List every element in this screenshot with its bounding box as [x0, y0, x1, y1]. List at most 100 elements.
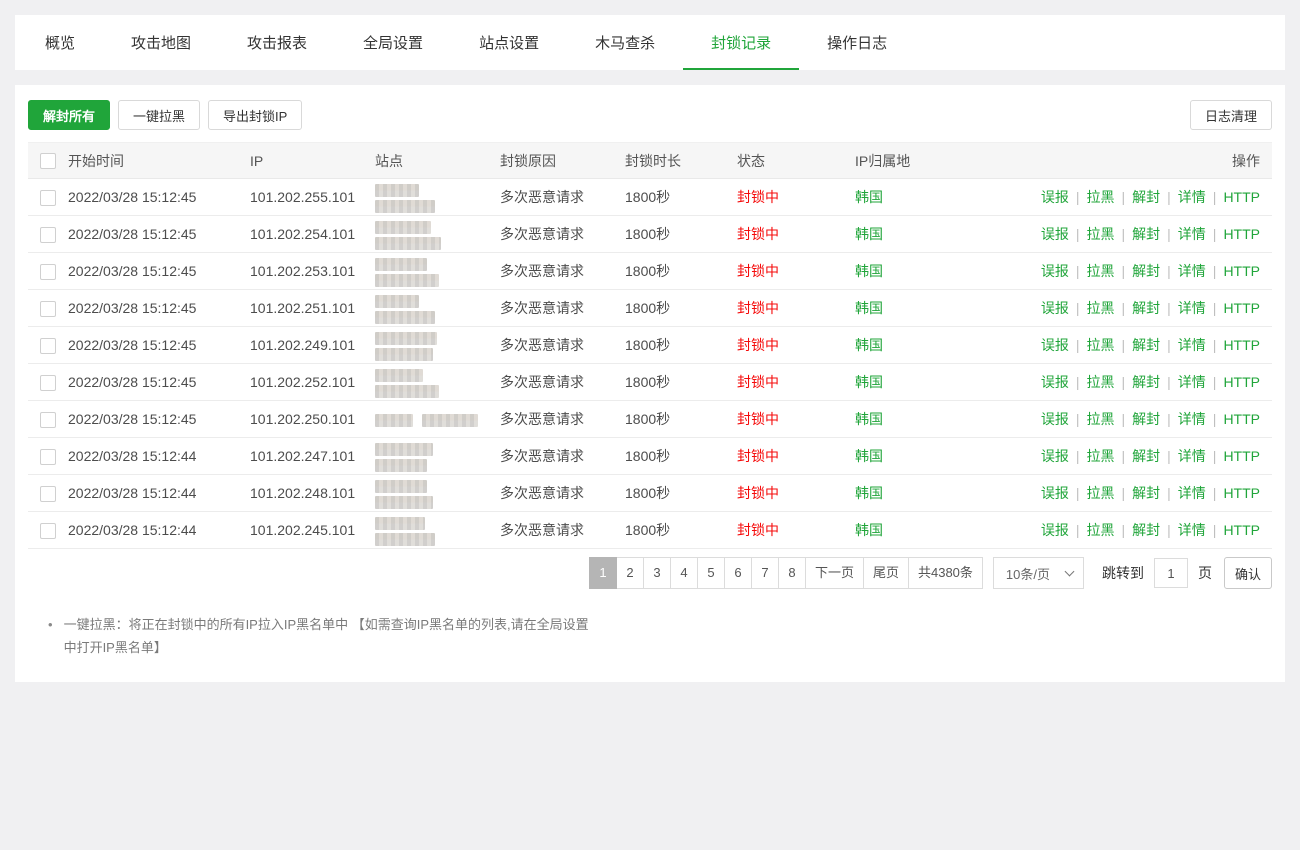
detail-link[interactable]: 详情 [1178, 263, 1206, 279]
unban-link[interactable]: 解封 [1132, 374, 1160, 390]
http-link[interactable]: HTTP [1223, 522, 1260, 538]
row-checkbox[interactable] [40, 338, 56, 354]
tab-operation-log[interactable]: 操作日志 [799, 15, 915, 70]
cell-ip: 101.202.245.101 [244, 512, 369, 549]
http-link[interactable]: HTTP [1223, 226, 1260, 242]
row-checkbox[interactable] [40, 449, 56, 465]
ip-location: 韩国 [849, 438, 1017, 475]
cell-start-time: 2022/03/28 15:12:45 [62, 290, 244, 327]
separator: | [1122, 300, 1126, 316]
blacklist-link[interactable]: 拉黑 [1087, 189, 1115, 205]
row-checkbox[interactable] [40, 523, 56, 539]
unban-link[interactable]: 解封 [1132, 263, 1160, 279]
detail-link[interactable]: 详情 [1178, 522, 1206, 538]
confirm-button[interactable]: 确认 [1224, 557, 1272, 589]
unban-all-button[interactable]: 解封所有 [28, 100, 110, 130]
last-page-button[interactable]: 尾页 [863, 557, 909, 589]
http-link[interactable]: HTTP [1223, 189, 1260, 205]
tab-block-records[interactable]: 封锁记录 [683, 15, 799, 70]
detail-link[interactable]: 详情 [1178, 337, 1206, 353]
unban-link[interactable]: 解封 [1132, 522, 1160, 538]
misreport-link[interactable]: 误报 [1041, 485, 1069, 501]
misreport-link[interactable]: 误报 [1041, 522, 1069, 538]
blacklist-link[interactable]: 拉黑 [1087, 337, 1115, 353]
detail-link[interactable]: 详情 [1178, 485, 1206, 501]
row-checkbox[interactable] [40, 375, 56, 391]
blacklist-link[interactable]: 拉黑 [1087, 522, 1115, 538]
http-link[interactable]: HTTP [1223, 411, 1260, 427]
separator: | [1076, 189, 1080, 205]
row-checkbox[interactable] [40, 264, 56, 280]
site-redacted [375, 200, 435, 213]
unban-link[interactable]: 解封 [1132, 337, 1160, 353]
http-link[interactable]: HTTP [1223, 374, 1260, 390]
misreport-link[interactable]: 误报 [1041, 448, 1069, 464]
http-link[interactable]: HTTP [1223, 485, 1260, 501]
page-3[interactable]: 3 [643, 557, 671, 589]
page-1[interactable]: 1 [589, 557, 617, 589]
misreport-link[interactable]: 误报 [1041, 374, 1069, 390]
tab-global-settings[interactable]: 全局设置 [335, 15, 451, 70]
row-checkbox[interactable] [40, 412, 56, 428]
page-2[interactable]: 2 [616, 557, 644, 589]
site-redacted [375, 274, 439, 287]
unban-link[interactable]: 解封 [1132, 411, 1160, 427]
site-redacted [375, 184, 419, 197]
export-blocked-ip-button[interactable]: 导出封锁IP [208, 100, 302, 130]
row-checkbox[interactable] [40, 301, 56, 317]
tab-trojan-scan[interactable]: 木马查杀 [567, 15, 683, 70]
separator: | [1167, 226, 1171, 242]
page-7[interactable]: 7 [751, 557, 779, 589]
page-8[interactable]: 8 [778, 557, 806, 589]
detail-link[interactable]: 详情 [1178, 226, 1206, 242]
blacklist-link[interactable]: 拉黑 [1087, 374, 1115, 390]
misreport-link[interactable]: 误报 [1041, 189, 1069, 205]
next-page-button[interactable]: 下一页 [805, 557, 864, 589]
detail-link[interactable]: 详情 [1178, 374, 1206, 390]
blacklist-link[interactable]: 拉黑 [1087, 226, 1115, 242]
blacklist-link[interactable]: 拉黑 [1087, 411, 1115, 427]
detail-link[interactable]: 详情 [1178, 189, 1206, 205]
detail-link[interactable]: 详情 [1178, 300, 1206, 316]
detail-link[interactable]: 详情 [1178, 411, 1206, 427]
jump-input[interactable] [1154, 558, 1188, 588]
row-checkbox[interactable] [40, 190, 56, 206]
cell-ip: 101.202.253.101 [244, 253, 369, 290]
page-5[interactable]: 5 [697, 557, 725, 589]
misreport-link[interactable]: 误报 [1041, 263, 1069, 279]
page-size-select[interactable]: 10条/页 [993, 557, 1084, 589]
unban-link[interactable]: 解封 [1132, 226, 1160, 242]
blacklist-link[interactable]: 拉黑 [1087, 263, 1115, 279]
unban-link[interactable]: 解封 [1132, 448, 1160, 464]
separator: | [1213, 485, 1217, 501]
unban-link[interactable]: 解封 [1132, 485, 1160, 501]
tab-overview[interactable]: 概览 [17, 15, 103, 70]
unban-link[interactable]: 解封 [1132, 189, 1160, 205]
blacklist-link[interactable]: 拉黑 [1087, 300, 1115, 316]
tab-attack-map[interactable]: 攻击地图 [103, 15, 219, 70]
misreport-link[interactable]: 误报 [1041, 300, 1069, 316]
row-checkbox[interactable] [40, 486, 56, 502]
row-checkbox[interactable] [40, 227, 56, 243]
misreport-link[interactable]: 误报 [1041, 226, 1069, 242]
http-link[interactable]: HTTP [1223, 337, 1260, 353]
tab-site-settings[interactable]: 站点设置 [451, 15, 567, 70]
table-row: 2022/03/28 15:12:44101.202.248.101多次恶意请求… [28, 475, 1272, 512]
blacklist-all-button[interactable]: 一键拉黑 [118, 100, 200, 130]
log-clean-button[interactable]: 日志清理 [1190, 100, 1272, 130]
select-all-checkbox[interactable] [40, 153, 56, 169]
misreport-link[interactable]: 误报 [1041, 337, 1069, 353]
page-6[interactable]: 6 [724, 557, 752, 589]
http-link[interactable]: HTTP [1223, 448, 1260, 464]
separator: | [1122, 522, 1126, 538]
http-link[interactable]: HTTP [1223, 263, 1260, 279]
misreport-link[interactable]: 误报 [1041, 411, 1069, 427]
tab-attack-report[interactable]: 攻击报表 [219, 15, 335, 70]
blacklist-link[interactable]: 拉黑 [1087, 448, 1115, 464]
http-link[interactable]: HTTP [1223, 300, 1260, 316]
unban-link[interactable]: 解封 [1132, 300, 1160, 316]
page-4[interactable]: 4 [670, 557, 698, 589]
detail-link[interactable]: 详情 [1178, 448, 1206, 464]
cell-block-reason: 多次恶意请求 [494, 401, 619, 438]
blacklist-link[interactable]: 拉黑 [1087, 485, 1115, 501]
